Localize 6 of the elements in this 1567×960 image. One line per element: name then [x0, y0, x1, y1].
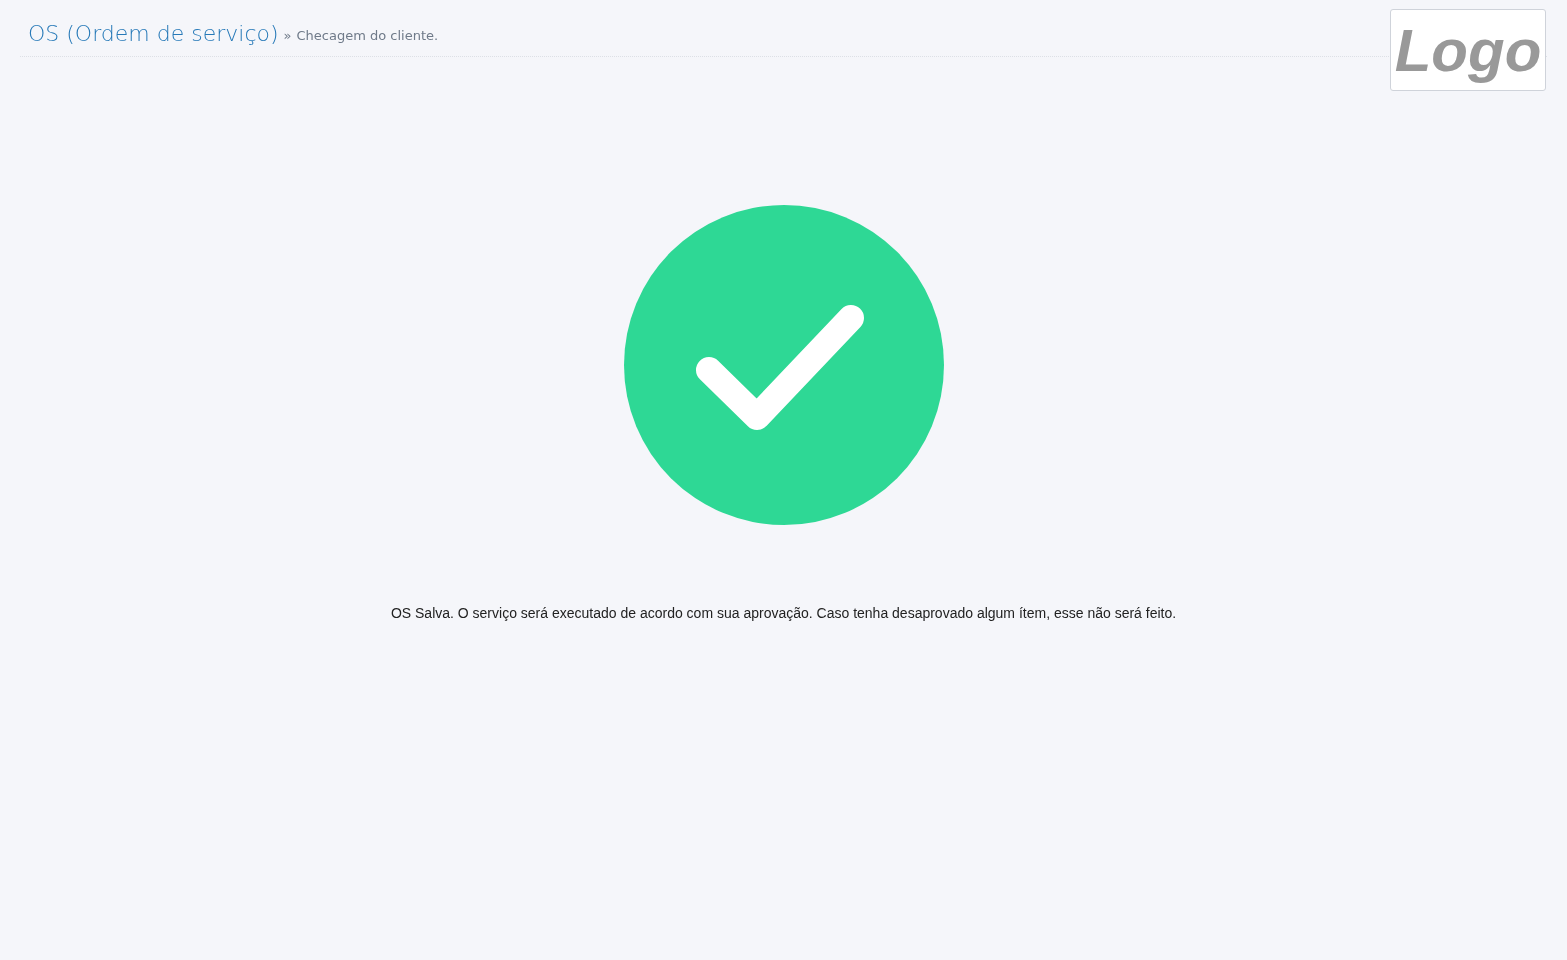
- confirmation-message: OS Salva. O serviço será executado de acordo com sua aprovação. Caso tenha desaprovado algum ítem, esse não será feito.: [390, 605, 1177, 621]
- logo: Logo: [1390, 9, 1546, 91]
- page-title: OS (Ordem de serviço): [28, 21, 279, 46]
- page-subtitle: Checagem do cliente.: [296, 28, 439, 45]
- breadcrumb-separator: »: [283, 28, 292, 45]
- success-check-icon: [623, 205, 944, 525]
